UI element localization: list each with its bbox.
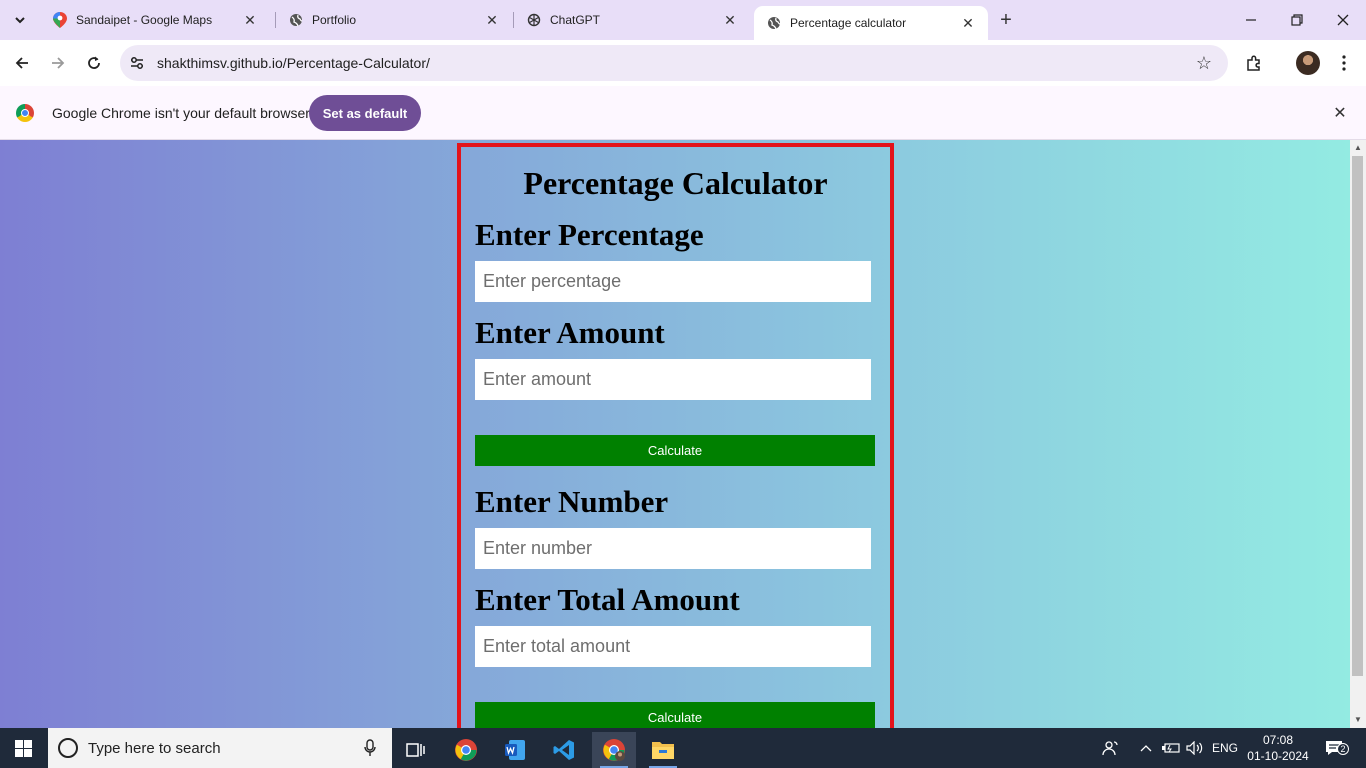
globe-icon bbox=[766, 15, 782, 31]
taskbar-search[interactable]: Type here to search bbox=[48, 728, 392, 768]
tab-strip: Sandaipet - Google Maps ✕ Portfolio ✕ Ch… bbox=[0, 0, 1366, 40]
microphone-icon[interactable] bbox=[360, 738, 380, 758]
cortana-icon bbox=[58, 738, 78, 758]
file-explorer-icon[interactable] bbox=[641, 732, 685, 768]
plus-icon: + bbox=[1000, 8, 1012, 31]
close-tab-icon[interactable]: ✕ bbox=[484, 12, 500, 28]
arrow-left-icon bbox=[15, 57, 28, 69]
system-clock[interactable]: 07:08 01-10-2024 bbox=[1246, 732, 1310, 764]
clock-date: 01-10-2024 bbox=[1247, 749, 1309, 763]
restore-button[interactable] bbox=[1274, 0, 1320, 40]
puzzle-icon bbox=[1247, 55, 1260, 71]
chatgpt-icon bbox=[526, 12, 542, 28]
language-indicator[interactable]: ENG bbox=[1212, 728, 1238, 768]
chrome-profile-icon[interactable] bbox=[592, 732, 636, 768]
amount-input[interactable] bbox=[475, 359, 871, 400]
windows-taskbar: Type here to search ENG 07:08 01-10-2024 bbox=[0, 728, 1366, 768]
site-info-icon[interactable] bbox=[125, 51, 149, 75]
url-text[interactable]: shakthimsv.github.io/Percentage-Calculat… bbox=[157, 55, 1192, 71]
close-icon bbox=[1337, 14, 1349, 26]
tab-percentage-calculator[interactable]: Percentage calculator ✕ bbox=[754, 6, 988, 40]
scroll-up-arrow-icon[interactable]: ▲ bbox=[1354, 143, 1362, 152]
close-icon[interactable]: ✕ bbox=[1330, 103, 1350, 123]
profile-avatar[interactable] bbox=[1296, 51, 1320, 75]
chevron-up-icon[interactable] bbox=[1140, 728, 1152, 768]
vscode-icon[interactable] bbox=[542, 732, 586, 768]
restore-icon bbox=[1291, 14, 1303, 26]
tab-title: Portfolio bbox=[312, 13, 357, 27]
reload-button[interactable] bbox=[82, 51, 106, 75]
minimize-icon bbox=[1246, 19, 1256, 21]
number-label: Enter Number bbox=[475, 484, 669, 519]
browser-toolbar: shakthimsv.github.io/Percentage-Calculat… bbox=[0, 40, 1366, 86]
more-vertical-icon bbox=[1342, 55, 1346, 71]
notification-count-badge: 2 bbox=[1337, 743, 1349, 755]
tab-chatgpt[interactable]: ChatGPT ✕ bbox=[514, 0, 750, 40]
search-placeholder: Type here to search bbox=[88, 739, 221, 757]
tab-search-button[interactable] bbox=[8, 8, 32, 32]
number-input[interactable] bbox=[475, 528, 871, 569]
total-amount-label: Enter Total Amount bbox=[475, 582, 740, 617]
reload-icon bbox=[88, 56, 100, 69]
volume-icon[interactable] bbox=[1186, 728, 1204, 768]
page-title: Percentage Calculator bbox=[523, 165, 828, 201]
menu-button[interactable] bbox=[1332, 51, 1356, 75]
chevron-down-icon bbox=[15, 17, 25, 24]
amount-label: Enter Amount bbox=[475, 315, 665, 350]
tab-title: Sandaipet - Google Maps bbox=[76, 13, 213, 27]
task-view-icon[interactable] bbox=[394, 732, 438, 768]
calculate-button[interactable]: Calculate bbox=[475, 435, 875, 466]
forward-button[interactable] bbox=[46, 51, 70, 75]
clock-time: 07:08 bbox=[1262, 733, 1294, 747]
extensions-button[interactable] bbox=[1242, 51, 1266, 75]
tab-google-maps[interactable]: Sandaipet - Google Maps ✕ bbox=[40, 0, 270, 40]
total-amount-input[interactable] bbox=[475, 626, 871, 667]
minimize-button[interactable] bbox=[1228, 0, 1274, 40]
close-window-button[interactable] bbox=[1320, 0, 1366, 40]
arrow-right-icon bbox=[52, 57, 65, 69]
notifications-icon[interactable]: 2 bbox=[1324, 728, 1349, 768]
battery-icon[interactable] bbox=[1161, 728, 1181, 768]
address-bar[interactable]: shakthimsv.github.io/Percentage-Calculat… bbox=[120, 45, 1228, 81]
close-tab-icon[interactable]: ✕ bbox=[960, 15, 976, 31]
page-viewport: Percentage Calculator Enter Percentage E… bbox=[0, 140, 1350, 728]
tab-title: Percentage calculator bbox=[790, 16, 907, 30]
page-scrollbar[interactable]: ▲ ▼ bbox=[1350, 140, 1366, 728]
calculate-button-2[interactable]: Calculate bbox=[475, 702, 875, 728]
chrome-icon[interactable] bbox=[444, 732, 488, 768]
word-icon[interactable] bbox=[493, 732, 537, 768]
bookmark-star-icon[interactable]: ☆ bbox=[1192, 51, 1216, 75]
new-tab-button[interactable]: + bbox=[994, 8, 1018, 32]
scrollbar-thumb[interactable] bbox=[1352, 156, 1363, 676]
windows-start-icon[interactable] bbox=[15, 740, 32, 757]
percentage-input[interactable] bbox=[475, 261, 871, 302]
set-as-default-button[interactable]: Set as default bbox=[309, 95, 421, 131]
tab-title: ChatGPT bbox=[550, 13, 601, 27]
default-browser-infobar: Google Chrome isn't your default browser… bbox=[0, 86, 1366, 140]
infobar-message: Google Chrome isn't your default browser bbox=[52, 105, 310, 121]
back-button[interactable] bbox=[10, 51, 34, 75]
tab-portfolio[interactable]: Portfolio ✕ bbox=[276, 0, 512, 40]
close-tab-icon[interactable]: ✕ bbox=[242, 12, 258, 28]
scroll-down-arrow-icon[interactable]: ▼ bbox=[1354, 715, 1362, 724]
globe-icon bbox=[288, 12, 304, 28]
close-tab-icon[interactable]: ✕ bbox=[722, 12, 738, 28]
people-icon[interactable] bbox=[1102, 728, 1120, 768]
google-maps-icon bbox=[52, 12, 68, 28]
calculator-card: Percentage Calculator Enter Percentage E… bbox=[457, 143, 894, 728]
chrome-logo-icon bbox=[16, 104, 34, 122]
percentage-label: Enter Percentage bbox=[475, 217, 704, 252]
